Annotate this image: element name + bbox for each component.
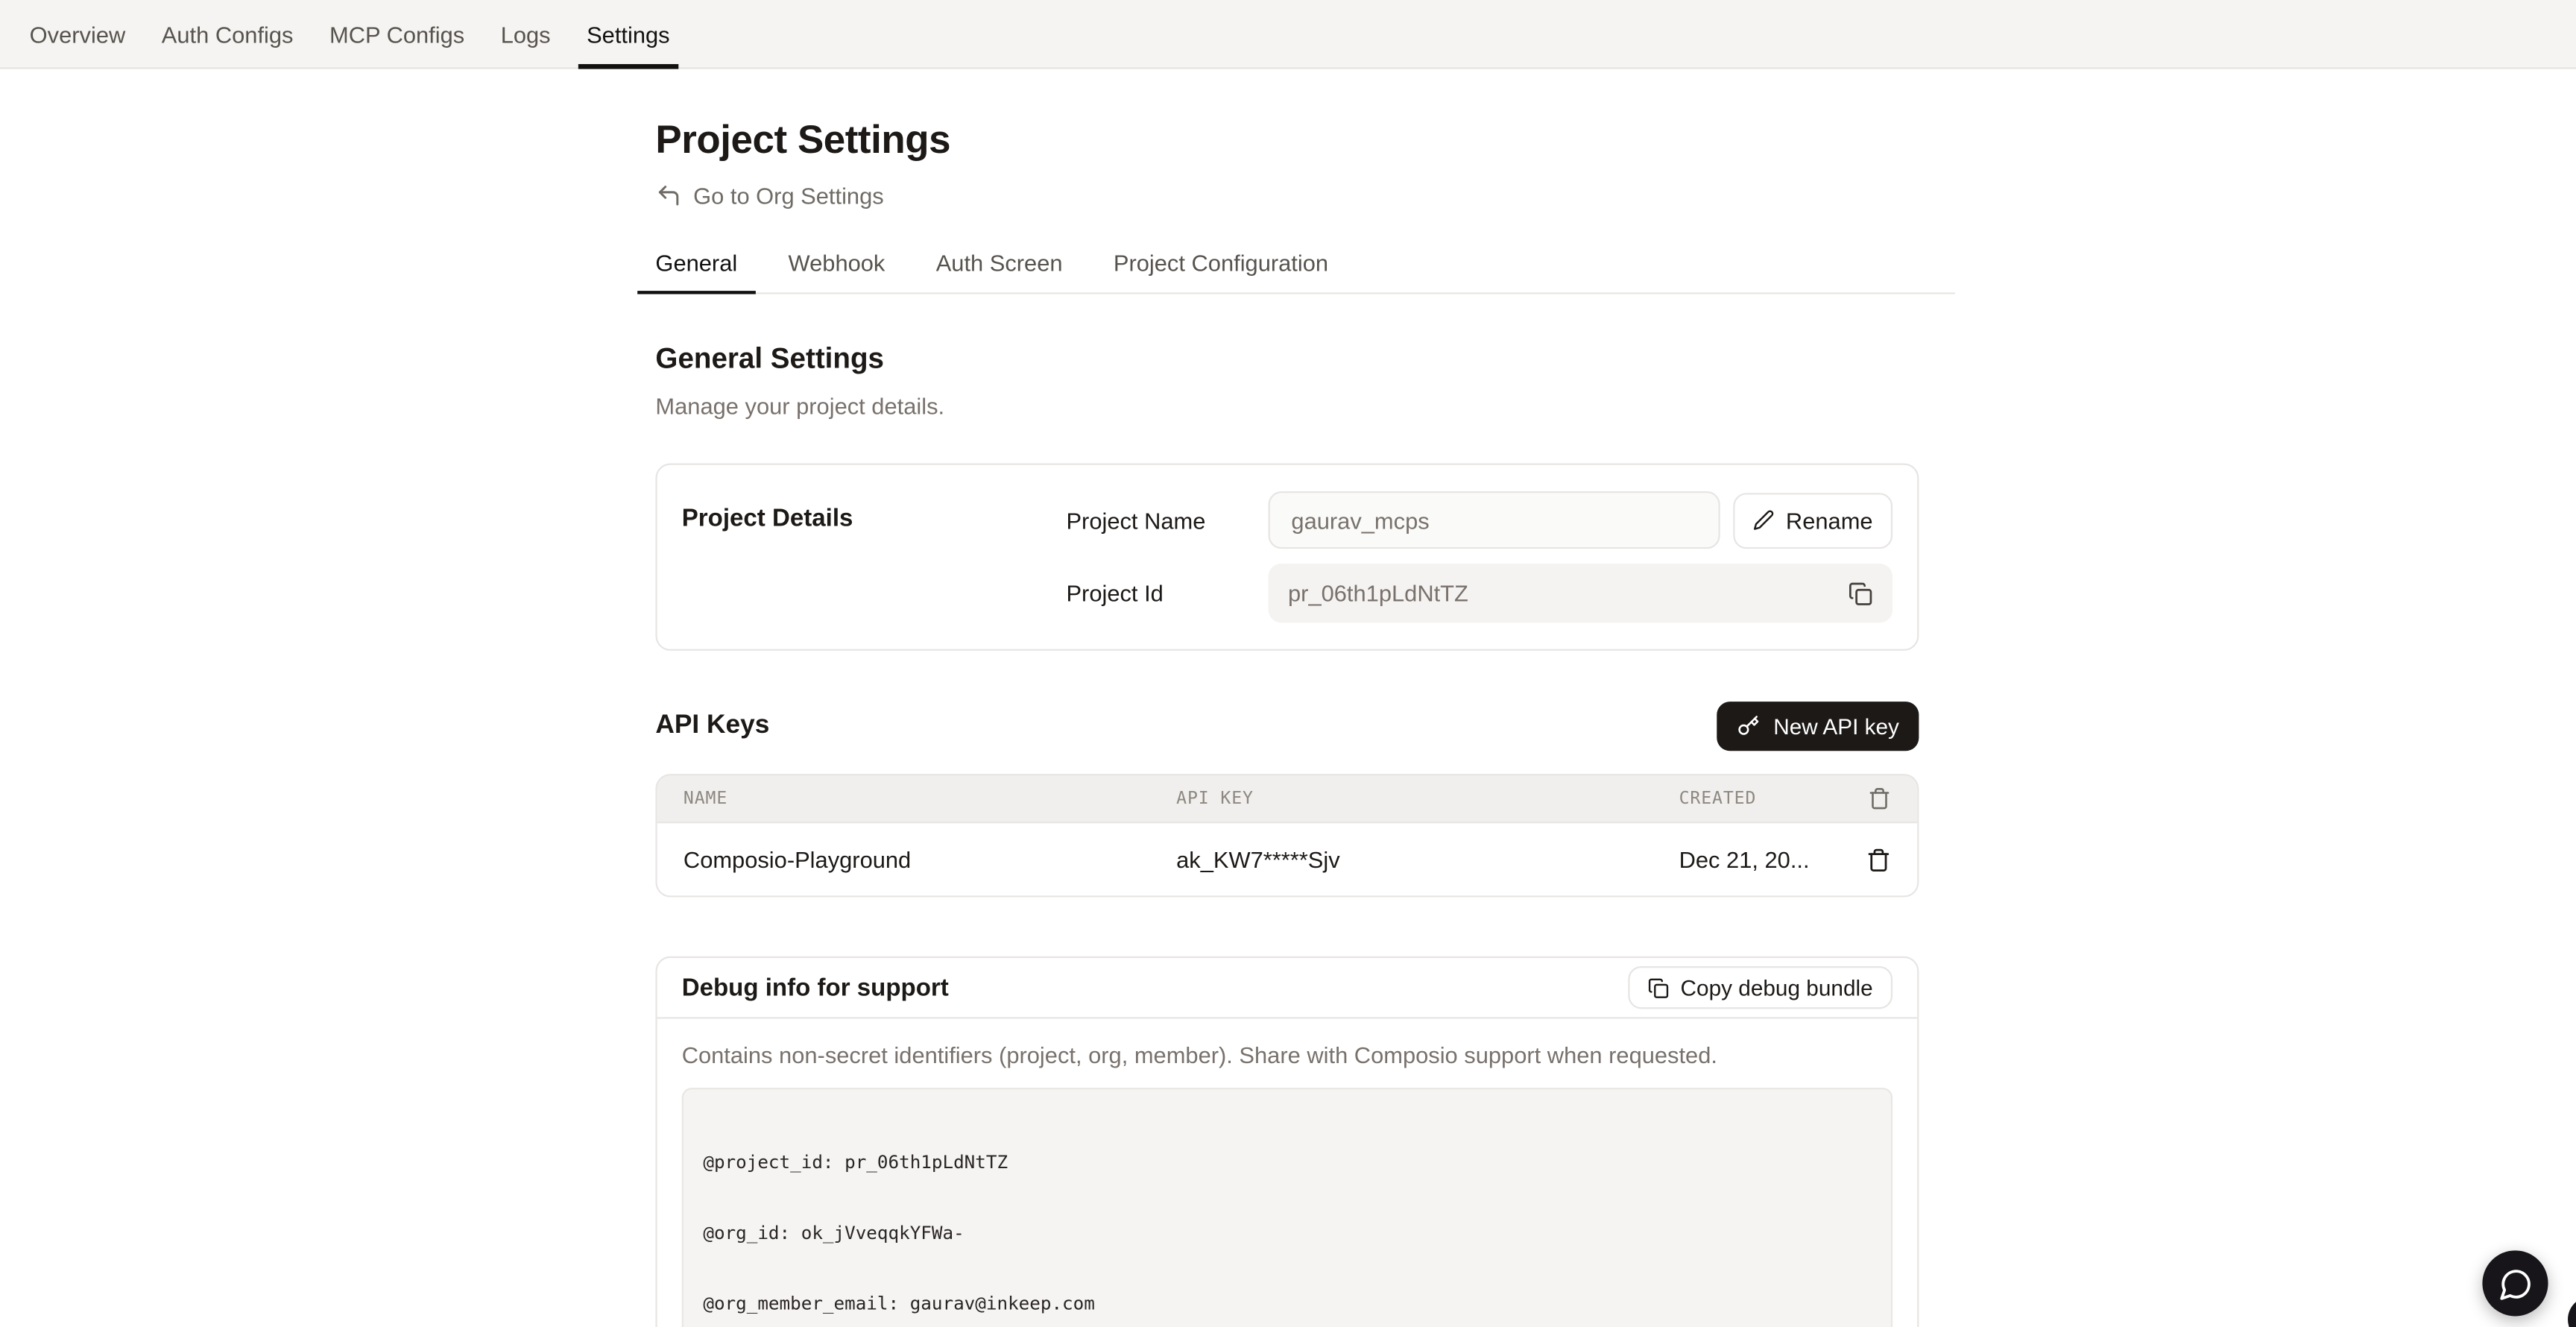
key-icon [1737, 715, 1761, 738]
api-key-name: Composio-Playground [684, 846, 1176, 872]
debug-card-body: Contains non-secret identifiers (project… [657, 1019, 1918, 1327]
rename-button[interactable]: Rename [1733, 492, 1892, 548]
api-keys-table-header: NAME API KEY CREATED [657, 775, 1918, 822]
rename-button-label: Rename [1786, 507, 1873, 533]
corner-up-left-icon [655, 183, 681, 209]
api-key-created: Dec 21, 20... [1679, 846, 1846, 872]
page-title: Project Settings [655, 116, 1919, 166]
pencil-icon [1753, 509, 1775, 531]
delete-api-key-button[interactable] [1866, 847, 1891, 871]
api-keys-header-row: API Keys New API key [655, 702, 1919, 751]
nav-item-auth-configs[interactable]: Auth Configs [144, 0, 312, 67]
chat-widget-button[interactable] [2482, 1250, 2548, 1316]
project-id-label: Project Id [1066, 580, 1268, 606]
copy-project-id-button[interactable] [1849, 581, 1873, 605]
col-header-delete [1845, 787, 1917, 810]
project-details-card: Project Details Project Name Rename Proj… [655, 464, 1919, 651]
project-id-value: pr_06th1pLdNtTZ [1288, 580, 1849, 606]
general-settings-subheading: Manage your project details. [655, 389, 1919, 422]
project-details-title: Project Details [682, 491, 1067, 622]
copy-icon [1647, 977, 1669, 998]
copy-debug-bundle-button[interactable]: Copy debug bundle [1628, 966, 1892, 1009]
chat-bubble-icon [2498, 1266, 2532, 1300]
main-content: Project Settings Go to Org Settings Gene… [637, 69, 1955, 1327]
nav-item-logs[interactable]: Logs [482, 0, 568, 67]
debug-line: @org_id: ok_jVveqqkYFWa- [703, 1223, 1871, 1246]
api-key-masked: ak_KW7*****Sjv [1176, 846, 1679, 872]
tab-auth-screen[interactable]: Auth Screen [918, 250, 1080, 292]
trash-icon [1868, 787, 1891, 810]
debug-description: Contains non-secret identifiers (project… [682, 1040, 1892, 1071]
trash-icon [1866, 847, 1891, 871]
new-api-key-label: New API key [1773, 714, 1899, 739]
go-to-org-settings-link[interactable]: Go to Org Settings [655, 179, 1919, 212]
project-id-field: pr_06th1pLdNtTZ [1269, 564, 1893, 622]
copy-debug-bundle-label: Copy debug bundle [1681, 975, 1873, 1000]
api-key-row: Composio-Playground ak_KW7*****Sjv Dec 2… [657, 822, 1918, 895]
project-name-label: Project Name [1066, 507, 1268, 533]
debug-card-title: Debug info for support [682, 974, 949, 1001]
project-id-row: Project Id pr_06th1pLdNtTZ [1066, 564, 1892, 622]
copy-icon [1849, 581, 1873, 605]
project-name-input[interactable] [1269, 491, 1720, 549]
nav-item-settings[interactable]: Settings [569, 0, 688, 67]
nav-item-mcp-configs[interactable]: MCP Configs [312, 0, 483, 67]
settings-tabs: General Webhook Auth Screen Project Conf… [637, 250, 1955, 294]
debug-card-header: Debug info for support Copy debug bundle [657, 958, 1918, 1019]
api-keys-table: NAME API KEY CREATED Composio-Playground… [655, 774, 1919, 897]
debug-line: @project_id: pr_06th1pLdNtTZ [703, 1152, 1871, 1176]
tab-project-configuration[interactable]: Project Configuration [1096, 250, 1347, 292]
col-header-name: NAME [684, 789, 1176, 808]
debug-info-card: Debug info for support Copy debug bundle… [655, 956, 1919, 1327]
edge-widget-partial [2568, 1296, 2576, 1327]
project-name-row: Project Name Rename [1066, 491, 1892, 549]
go-to-org-settings-label: Go to Org Settings [693, 183, 884, 209]
api-keys-heading: API Keys [655, 711, 769, 741]
tab-webhook[interactable]: Webhook [770, 250, 903, 292]
debug-line: @org_member_email: gaurav@inkeep.com [703, 1293, 1871, 1317]
new-api-key-button[interactable]: New API key [1717, 702, 1919, 751]
general-settings-heading: General Settings [655, 340, 1919, 376]
project-details-fields: Project Name Rename Project Id pr_06th1p… [1066, 491, 1892, 622]
tab-general[interactable]: General [637, 250, 755, 292]
page: Overview Auth Configs MCP Configs Logs S… [0, 0, 2576, 1327]
nav-item-overview[interactable]: Overview [11, 0, 143, 67]
top-navigation: Overview Auth Configs MCP Configs Logs S… [0, 0, 2576, 69]
col-header-api-key: API KEY [1176, 789, 1679, 808]
debug-bundle-code: @project_id: pr_06th1pLdNtTZ @org_id: ok… [682, 1088, 1892, 1327]
col-header-created: CREATED [1679, 789, 1846, 808]
